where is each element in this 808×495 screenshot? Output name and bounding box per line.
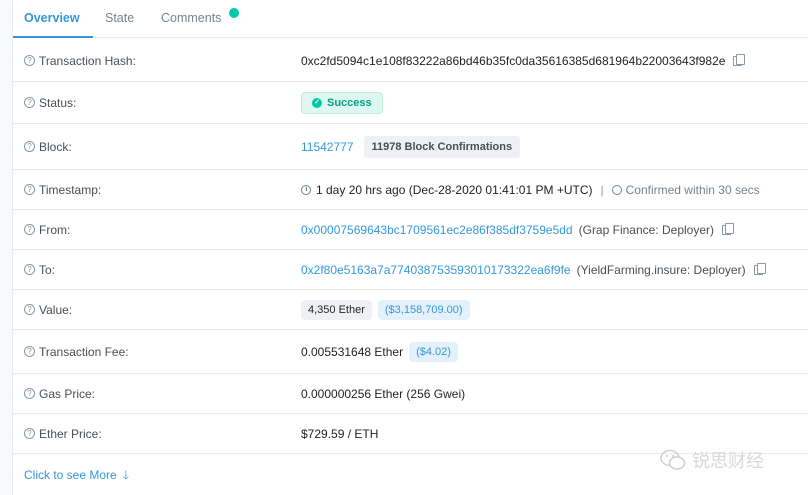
row-status: ? Status: ✓ Success	[13, 82, 808, 124]
tab-overview[interactable]: Overview	[13, 0, 93, 38]
from-address-name: (Grap Finance: Deployer)	[578, 222, 714, 237]
more-label: Click to see More	[24, 468, 117, 482]
confirmation-time: Confirmed within 30 secs	[625, 182, 760, 197]
row-transaction-fee: ? Transaction Fee: 0.005531648 Ether ($4.…	[13, 330, 808, 374]
to-address-link[interactable]: 0x2f80e5163a7a774038753593010173322ea6f9…	[301, 263, 571, 277]
fee-usd: ($4.02)	[409, 341, 458, 362]
clock-icon	[301, 184, 311, 195]
block-number-link[interactable]: 11542777	[301, 140, 354, 154]
timestamp-value: 1 day 20 hrs ago (Dec-28-2020 01:41:01 P…	[316, 182, 593, 197]
row-timestamp: ? Timestamp: 1 day 20 hrs ago (Dec-28-202…	[13, 170, 808, 210]
comments-notification-dot	[229, 8, 239, 18]
wechat-logo-icon	[660, 449, 686, 470]
help-icon[interactable]: ?	[24, 184, 35, 195]
tab-comments[interactable]: Comments	[161, 0, 221, 38]
help-icon[interactable]: ?	[24, 388, 35, 399]
row-value: ? Value: 4,350 Ether ($3,158,709.00)	[13, 290, 808, 330]
watermark: 锐思财经	[660, 446, 764, 474]
stopwatch-icon	[611, 184, 622, 195]
help-icon[interactable]: ?	[24, 264, 35, 275]
watermark-text: 锐思财经	[692, 451, 764, 472]
status-text: Success	[327, 96, 372, 109]
row-label: Transaction Hash:	[39, 53, 136, 68]
help-icon[interactable]: ?	[24, 55, 35, 66]
row-label: Timestamp:	[39, 182, 102, 197]
from-address-link[interactable]: 0x00007569643bc1709561ec2e86f385df3759e5…	[301, 223, 573, 237]
copy-icon[interactable]	[733, 53, 746, 66]
separator: |	[600, 182, 604, 197]
row-label: Status:	[39, 95, 77, 110]
row-label: Transaction Fee:	[39, 344, 129, 359]
row-from: ? From: 0x00007569643bc1709561ec2e86f385d…	[13, 210, 808, 250]
row-block: ? Block: 11542777 11978 Block Confirmatio…	[13, 124, 808, 170]
transaction-details-card: Overview State Comments ? Transaction Has…	[12, 0, 808, 495]
row-label: Gas Price:	[39, 386, 96, 401]
value-usd: ($3,158,709.00)	[377, 299, 470, 320]
row-label: To:	[39, 262, 56, 277]
tab-state[interactable]: State	[105, 0, 134, 38]
help-icon[interactable]: ?	[24, 428, 35, 439]
arrow-down-icon: 🡓	[122, 468, 129, 482]
check-circle-icon: ✓	[312, 97, 322, 108]
status-badge: ✓ Success	[301, 91, 383, 114]
value-amount: 4,350 Ether	[301, 299, 372, 320]
click-to-see-more-link[interactable]: Click to see More 🡓	[24, 466, 129, 487]
row-label: From:	[39, 222, 71, 237]
help-icon[interactable]: ?	[24, 304, 35, 315]
row-label: Block:	[39, 139, 72, 154]
tab-bar: Overview State Comments	[13, 0, 808, 38]
help-icon[interactable]: ?	[24, 346, 35, 357]
copy-icon[interactable]	[753, 262, 766, 275]
transaction-hash-value: 0xc2fd5094c1e108f83222a86bd46b35fc0da356…	[301, 53, 726, 68]
row-transaction-hash: ? Transaction Hash: 0xc2fd5094c1e108f8322…	[13, 40, 808, 82]
gas-price-value: 0.000000256 Ether (256 Gwei)	[301, 386, 466, 401]
help-icon[interactable]: ?	[24, 224, 35, 235]
copy-icon[interactable]	[722, 222, 734, 235]
help-icon[interactable]: ?	[24, 97, 35, 108]
row-label: Ether Price:	[39, 426, 102, 441]
fee-amount: 0.005531648 Ether	[301, 344, 404, 359]
row-label: Value:	[39, 302, 73, 317]
ether-price-value: $729.59 / ETH	[301, 426, 379, 441]
row-to: ? To: 0x2f80e5163a7a774038753593010173322…	[13, 250, 808, 290]
row-gas-price: ? Gas Price: 0.000000256 Ether (256 Gwei)	[13, 374, 808, 414]
to-address-name: (YieldFarming.insure: Deployer)	[576, 262, 746, 277]
help-icon[interactable]: ?	[24, 141, 35, 152]
block-confirmations-badge: 11978 Block Confirmations	[363, 135, 521, 158]
